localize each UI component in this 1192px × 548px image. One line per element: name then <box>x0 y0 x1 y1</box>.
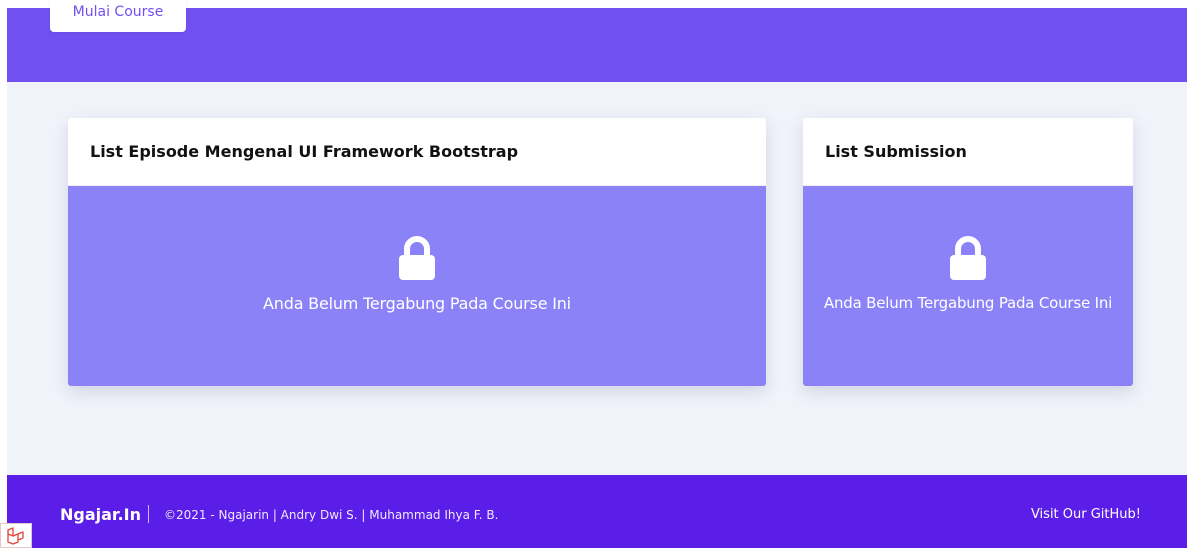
footer: Ngajar.In ©2021 - Ngajarin | Andry Dwi S… <box>7 475 1187 548</box>
episode-locked-panel: Anda Belum Tergabung Pada Course Ini <box>68 186 766 386</box>
laravel-logo-icon <box>7 526 24 545</box>
submission-card-title: List Submission <box>803 118 1133 186</box>
lock-icon <box>950 236 986 280</box>
footer-brand-logo[interactable]: Ngajar.In <box>60 505 141 524</box>
github-link[interactable]: Visit Our GitHub! <box>1031 507 1141 522</box>
lock-icon <box>399 236 435 280</box>
episode-card-title: List Episode Mengenal UI Framework Boots… <box>68 118 766 186</box>
start-course-button[interactable]: Mulai Course <box>50 0 186 32</box>
footer-divider <box>148 505 149 523</box>
submission-list-card: List Submission Anda Belum Tergabung Pad… <box>803 118 1133 386</box>
footer-copyright: ©2021 - Ngajarin | Andry Dwi S. | Muhamm… <box>164 508 499 522</box>
hero-banner: Mulai Course <box>7 0 1187 82</box>
submission-locked-message: Anda Belum Tergabung Pada Course Ini <box>823 294 1113 312</box>
laravel-icon[interactable] <box>0 523 32 548</box>
main-content: List Episode Mengenal UI Framework Boots… <box>7 82 1187 475</box>
episode-list-card: List Episode Mengenal UI Framework Boots… <box>68 118 766 386</box>
episode-locked-message: Anda Belum Tergabung Pada Course Ini <box>263 294 571 313</box>
submission-locked-panel: Anda Belum Tergabung Pada Course Ini <box>803 186 1133 386</box>
